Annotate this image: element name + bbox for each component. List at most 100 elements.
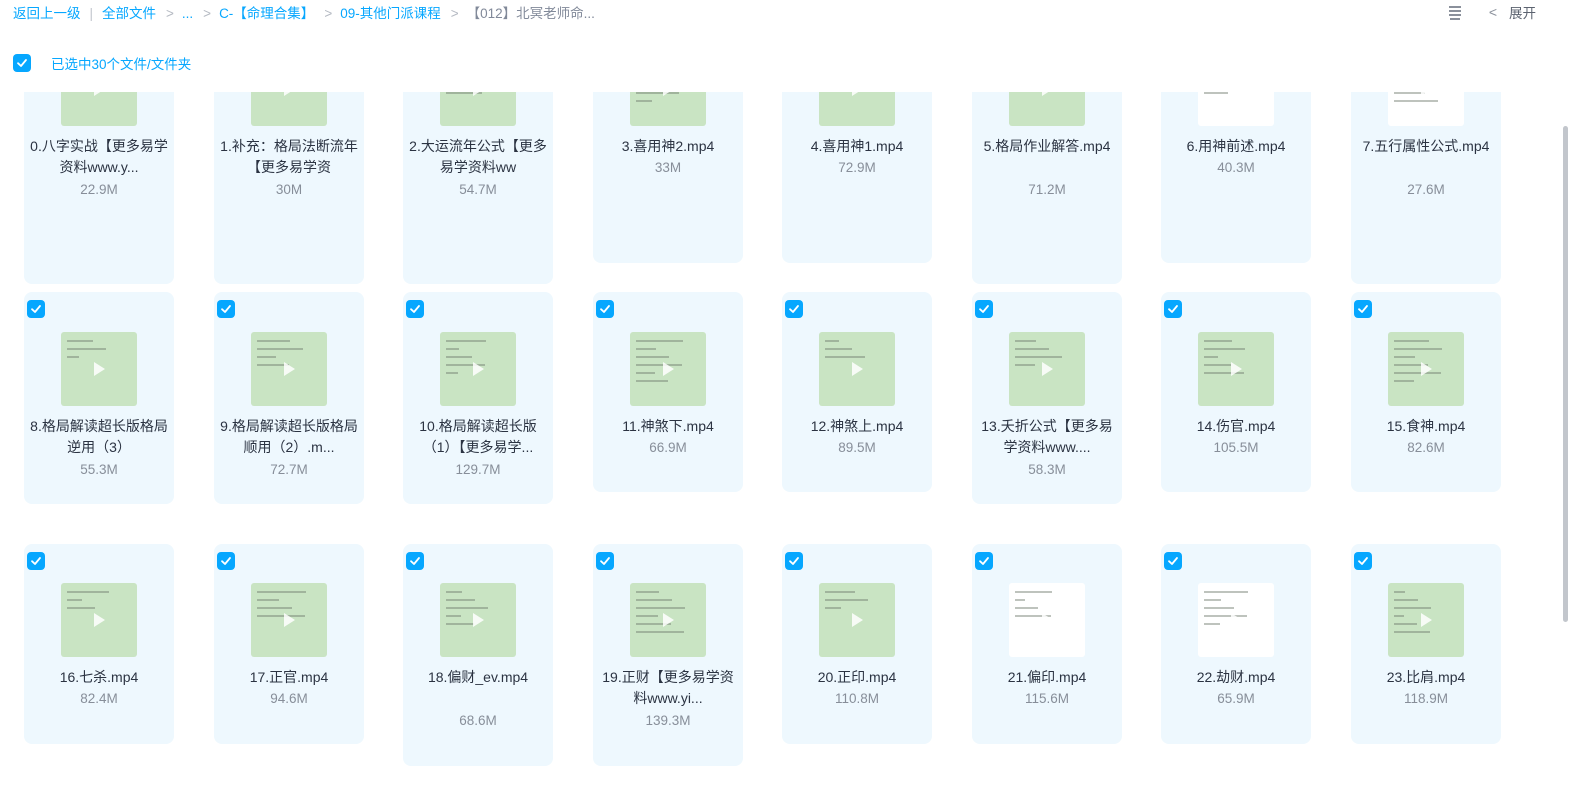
file-checkbox[interactable] [217,552,235,570]
video-thumbnail[interactable] [630,583,706,657]
video-thumbnail[interactable] [1388,332,1464,406]
video-thumbnail[interactable] [61,92,137,126]
file-card[interactable]: 22.劫财.mp4 65.9M [1161,544,1311,744]
thumbnail-text-line [1204,591,1248,593]
breadcrumb: 返回上一级 | 全部文件 >... > C-【命理合集】 >09-其他门派课程 > 【012】北… [13,2,595,22]
file-checkbox[interactable] [1354,552,1372,570]
file-checkbox[interactable] [596,552,614,570]
file-checkbox[interactable] [1354,300,1372,318]
video-thumbnail[interactable] [819,332,895,406]
file-name[interactable]: 9.格局解读超长版格局顺用（2）.m... [220,416,358,458]
video-thumbnail[interactable] [1009,332,1085,406]
file-checkbox[interactable] [406,552,424,570]
video-thumbnail[interactable] [1009,583,1085,657]
file-card[interactable]: 10.格局解读超长版（1）【更多易学... 129.7M [403,292,553,504]
video-thumbnail[interactable] [1009,92,1085,126]
file-name[interactable]: 21.偏印.mp4 [978,667,1116,688]
file-card[interactable]: 4.喜用神1.mp4 72.9M [782,92,932,263]
video-thumbnail[interactable] [819,583,895,657]
file-name[interactable]: 6.用神前述.mp4 [1167,136,1305,157]
file-name[interactable]: 13.夭折公式【更多易学资料www.... [978,416,1116,458]
file-name[interactable]: 18.偏财_ev.mp4 [409,667,547,688]
video-thumbnail[interactable] [61,332,137,406]
file-card[interactable]: 0.八字实战【更多易学资料www.y... 22.9M [24,92,174,284]
file-card[interactable]: 7.五行属性公式.mp4 27.6M [1351,92,1501,284]
file-checkbox[interactable] [785,552,803,570]
file-card[interactable]: 15.食神.mp4 82.6M [1351,292,1501,492]
file-name[interactable]: 14.伤官.mp4 [1167,416,1305,437]
video-thumbnail[interactable] [630,332,706,406]
file-card[interactable]: 8.格局解读超长版格局逆用（3） 55.3M [24,292,174,504]
file-card[interactable]: 3.喜用神2.mp4 33M [593,92,743,263]
file-name[interactable]: 8.格局解读超长版格局逆用（3） [30,416,168,458]
file-card[interactable]: 23.比肩.mp4 118.9M [1351,544,1501,744]
check-icon [789,305,799,313]
file-name[interactable]: 2.大运流年公式【更多易学资料ww [409,136,547,178]
back-link[interactable]: 返回上一级 [13,6,81,21]
scrollbar[interactable] [1563,126,1568,622]
file-checkbox[interactable] [27,300,45,318]
video-thumbnail[interactable] [251,92,327,126]
file-checkbox[interactable] [1164,552,1182,570]
file-name[interactable]: 7.五行属性公式.mp4 [1357,136,1495,157]
file-checkbox[interactable] [406,300,424,318]
file-card[interactable]: 21.偏印.mp4 115.6M [972,544,1122,744]
file-name[interactable]: 3.喜用神2.mp4 [599,136,737,157]
video-thumbnail[interactable] [1198,92,1274,126]
file-checkbox[interactable] [27,552,45,570]
file-name[interactable]: 23.比肩.mp4 [1357,667,1495,688]
file-name[interactable]: 15.食神.mp4 [1357,416,1495,437]
file-card[interactable]: 6.用神前述.mp4 40.3M [1161,92,1311,263]
video-thumbnail[interactable] [251,332,327,406]
file-card[interactable]: 12.神煞上.mp4 89.5M [782,292,932,492]
file-name[interactable]: 4.喜用神1.mp4 [788,136,926,157]
video-thumbnail[interactable] [440,92,516,126]
video-thumbnail[interactable] [440,583,516,657]
file-card[interactable]: 11.神煞下.mp4 66.9M [593,292,743,492]
file-name[interactable]: 22.劫财.mp4 [1167,667,1305,688]
file-card[interactable]: 14.伤官.mp4 105.5M [1161,292,1311,492]
file-card[interactable]: 19.正财【更多易学资料www.yi... 139.3M [593,544,743,766]
video-thumbnail[interactable] [61,583,137,657]
file-card[interactable]: 13.夭折公式【更多易学资料www.... 58.3M [972,292,1122,504]
video-thumbnail[interactable] [251,583,327,657]
video-thumbnail[interactable] [1198,332,1274,406]
file-name[interactable]: 16.七杀.mp4 [30,667,168,688]
file-checkbox[interactable] [785,300,803,318]
select-all-checkbox[interactable] [13,54,31,72]
file-card[interactable]: 18.偏财_ev.mp4 68.6M [403,544,553,766]
file-card[interactable]: 1.补充：格局法断流年【更多易学资 30M [214,92,364,284]
video-thumbnail[interactable] [630,92,706,126]
video-thumbnail[interactable] [440,332,516,406]
file-card[interactable]: 2.大运流年公式【更多易学资料ww 54.7M [403,92,553,284]
file-card[interactable]: 17.正官.mp4 94.6M [214,544,364,744]
video-thumbnail[interactable] [1388,583,1464,657]
file-card[interactable]: 9.格局解读超长版格局顺用（2）.m... 72.7M [214,292,364,504]
file-name[interactable]: 1.补充：格局法断流年【更多易学资 [220,136,358,178]
file-name[interactable]: 5.格局作业解答.mp4 [978,136,1116,157]
video-thumbnail[interactable] [1388,92,1464,126]
breadcrumb-all-files[interactable]: 全部文件 [102,6,156,21]
breadcrumb-ellipsis[interactable]: ... [182,6,193,21]
file-card[interactable]: 5.格局作业解答.mp4 71.2M [972,92,1122,284]
file-checkbox[interactable] [596,300,614,318]
file-name[interactable]: 19.正财【更多易学资料www.yi... [599,667,737,709]
breadcrumb-item-1[interactable]: C-【命理合集】 [219,6,314,21]
file-card[interactable]: 16.七杀.mp4 82.4M [24,544,174,744]
file-card[interactable]: 20.正印.mp4 110.8M [782,544,932,744]
file-checkbox[interactable] [975,552,993,570]
file-name[interactable]: 10.格局解读超长版（1）【更多易学... [409,416,547,458]
file-name[interactable]: 17.正官.mp4 [220,667,358,688]
breadcrumb-item-2[interactable]: 09-其他门派课程 [340,6,441,21]
file-name[interactable]: 0.八字实战【更多易学资料www.y... [30,136,168,178]
file-checkbox[interactable] [217,300,235,318]
file-name[interactable]: 20.正印.mp4 [788,667,926,688]
video-thumbnail[interactable] [819,92,895,126]
list-view-icon[interactable] [1447,4,1463,20]
video-thumbnail[interactable] [1198,583,1274,657]
expand-button[interactable]: < 展开 [1489,2,1536,22]
file-name[interactable]: 12.神煞上.mp4 [788,416,926,437]
file-name[interactable]: 11.神煞下.mp4 [599,416,737,437]
file-checkbox[interactable] [975,300,993,318]
file-checkbox[interactable] [1164,300,1182,318]
